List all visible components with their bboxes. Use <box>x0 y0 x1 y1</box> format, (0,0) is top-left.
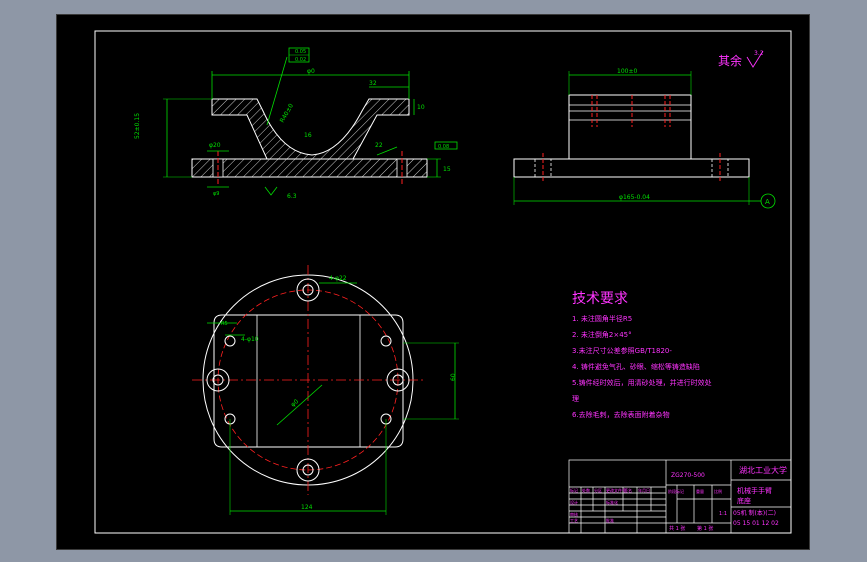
plan-pcd-label: φ0 <box>290 398 301 409</box>
tb-label-mark: 标记 <box>570 487 578 493</box>
front-tol-bottom: 0.02 <box>295 57 306 63</box>
tech-title: 技术要求 <box>572 291 628 307</box>
front-left-height-dim: 52±0.15 <box>134 113 141 139</box>
tech-item-7: 6.去除毛刺，去除表面附着杂物 <box>572 410 670 419</box>
tech-item-2: 2. 未注倒角2×45° <box>572 330 632 339</box>
part-name-2: 底座 <box>737 496 751 505</box>
sheet-total: 共 1 张 <box>669 525 685 532</box>
sheet-number: 第 1 张 <box>697 525 713 532</box>
drawing-sheet: 6.3 0.05 0.02 φ0 32 10 52±0.15 R40±0 16 … <box>56 14 810 550</box>
drawing-no-2: 05 15 01 12 02 <box>733 520 779 527</box>
tb-label-sign: 签名 <box>624 487 632 493</box>
front-datum-box-value: 0.08 <box>438 144 449 150</box>
front-small-hole-dim: φ9 <box>213 191 219 197</box>
drawing-canvas: 6.3 0.05 0.02 φ0 32 10 52±0.15 R40±0 16 … <box>94 30 792 534</box>
front-height-dim-right: 10 <box>417 104 425 111</box>
front-surface-mark: 6.3 <box>287 193 297 200</box>
front-side-dim: 22 <box>375 142 383 149</box>
side-view: A 100±0 φ165-0.04 其余 3.2 <box>513 50 776 209</box>
front-width-dim: φ0 <box>307 68 315 75</box>
tb-label-zone: 分区 <box>594 487 602 493</box>
front-bore-dim: R40±0 <box>279 102 295 124</box>
tb-label-process: 工艺 <box>570 518 578 523</box>
tb-label-weight: 重量 <box>696 488 704 494</box>
plan-height-dim: 60 <box>450 373 457 381</box>
scale-value: 1:1 <box>719 511 727 517</box>
front-inner-dim: 16 <box>304 132 312 139</box>
plan-radius-label: R5 <box>221 321 228 327</box>
tb-label-design: 设计 <box>570 499 578 505</box>
roughness-value: 3.2 <box>754 50 764 57</box>
front-base-height-dim: 15 <box>443 166 451 173</box>
part-name-1: 机械手手臂 <box>737 486 772 495</box>
side-bottom-dim: φ165-0.04 <box>619 194 650 201</box>
tb-label-count: 处数 <box>582 487 590 493</box>
side-top-dim: 100±0 <box>617 68 637 75</box>
tb-label-date: 年月日 <box>638 487 650 493</box>
plan-hole-label-top: 4-φ22 <box>329 275 347 282</box>
title-block-text: 湖北工业大学 ZG270-500 机械手手臂 底座 1:1 05机 制(本)(二… <box>570 465 787 532</box>
drawing-no-1: 05机 制(本)(二) <box>733 509 776 517</box>
tech-item-1: 1. 未注圆角半径R5 <box>572 314 632 323</box>
front-hole-dim: φ20 <box>209 142 221 149</box>
roughness-label: 其余 <box>718 53 742 68</box>
front-tol-top: 0.05 <box>295 49 306 55</box>
tb-label-stage: 阶段标记 <box>668 488 684 494</box>
school-name: 湖北工业大学 <box>739 465 787 475</box>
roughness-icon <box>264 186 278 196</box>
tech-requirements: 技术要求 1. 未注圆角半径R5 2. 未注倒角2×45° 3.未注尺寸公差参照… <box>572 291 712 419</box>
front-right-width-dim: 32 <box>369 80 377 87</box>
tb-label-change-doc: 更改文件号 <box>606 487 626 493</box>
tb-label-approve: 批准 <box>606 517 614 523</box>
tb-label-scale: 比例 <box>714 488 722 494</box>
tech-item-6: 理 <box>572 395 579 403</box>
side-datum-label: A <box>765 198 770 206</box>
tech-item-4: 4. 铸件避免气孔、砂眼、缩松等铸造缺陷 <box>572 362 700 371</box>
material-label: ZG270-500 <box>671 472 705 479</box>
tech-item-3: 3.未注尺寸公差参照GB/T1820- <box>572 346 672 355</box>
plan-width-dim: 124 <box>301 504 313 511</box>
front-section-view: 6.3 0.05 0.02 φ0 32 10 52±0.15 R40±0 16 … <box>134 47 458 200</box>
plan-view: 4-φ22 4-φ10 R5 φ0 60 124 <box>192 265 459 515</box>
tb-label-review: 审核 <box>570 511 578 517</box>
cad-viewport: 6.3 0.05 0.02 φ0 32 10 52±0.15 R40±0 16 … <box>0 0 867 562</box>
plan-hole-label-left: 4-φ10 <box>241 336 259 343</box>
tech-item-5: 5.铸件经时效后，用清砂处理，并进行时效处 <box>572 378 712 387</box>
drawing-frame <box>94 30 792 534</box>
tb-label-standard: 标准化 <box>606 499 618 505</box>
